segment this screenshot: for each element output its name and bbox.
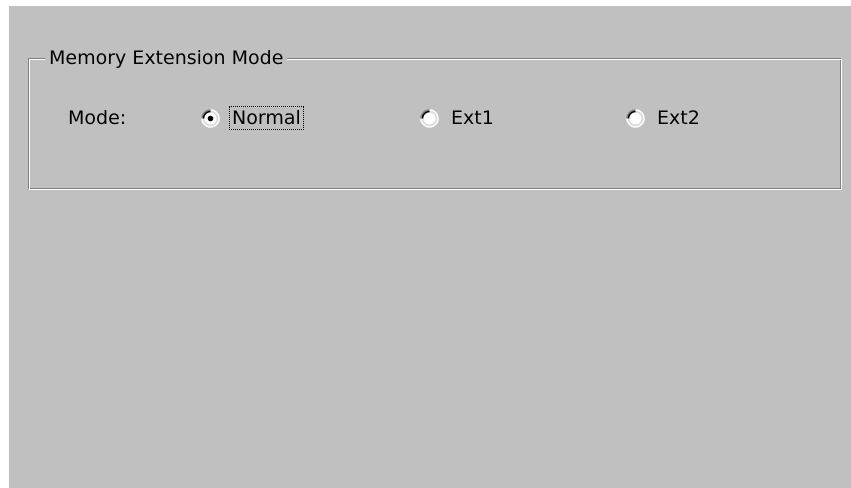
radio-checked-icon[interactable] [201,108,220,128]
radio-unchecked-icon[interactable] [626,108,645,128]
radio-ext1[interactable]: Ext1 [420,105,496,131]
radio-normal[interactable]: Normal [201,105,304,131]
mode-label: Mode: [68,107,127,129]
radio-ext2-label[interactable]: Ext2 [655,107,702,129]
radio-ext2[interactable]: Ext2 [626,105,702,131]
radio-ext1-label[interactable]: Ext1 [449,107,496,129]
radio-unchecked-icon[interactable] [420,108,439,128]
groupbox-title: Memory Extension Mode [45,46,288,70]
radio-normal-label[interactable]: Normal [229,106,304,130]
dialog-panel: Memory Extension Mode Mode: Normal Ext1 … [9,6,851,488]
